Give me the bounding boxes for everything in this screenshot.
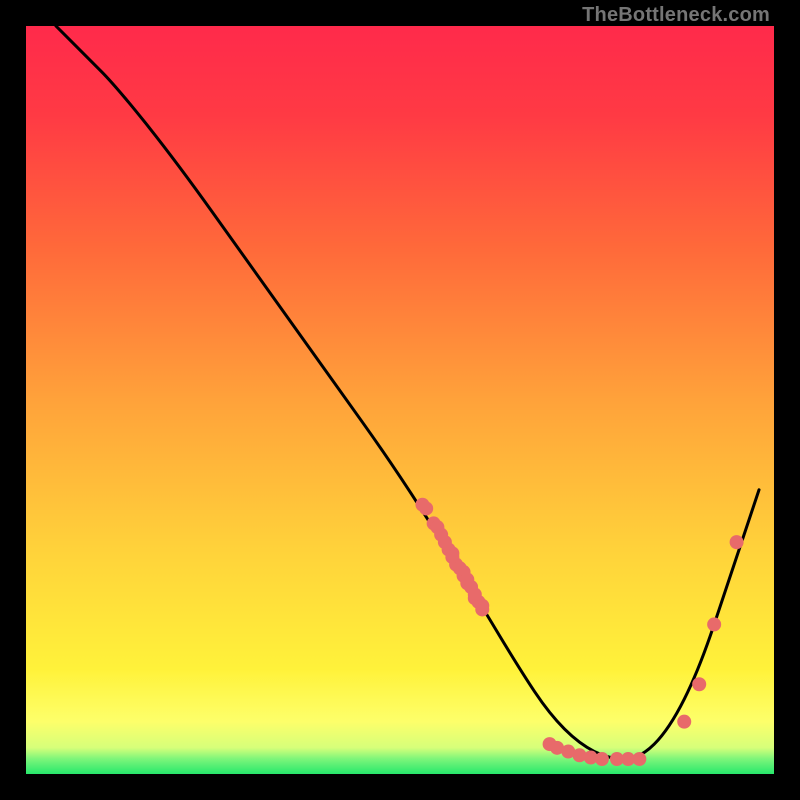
data-point	[707, 617, 721, 631]
data-point	[419, 501, 433, 515]
data-point	[632, 752, 646, 766]
data-point	[730, 535, 744, 549]
data-point	[595, 752, 609, 766]
watermark-text: TheBottleneck.com	[582, 4, 770, 27]
chart-frame	[26, 26, 774, 774]
gradient-background	[26, 26, 774, 774]
data-point	[475, 602, 489, 616]
data-point	[692, 677, 706, 691]
bottleneck-chart	[26, 26, 774, 774]
data-point	[677, 715, 691, 729]
